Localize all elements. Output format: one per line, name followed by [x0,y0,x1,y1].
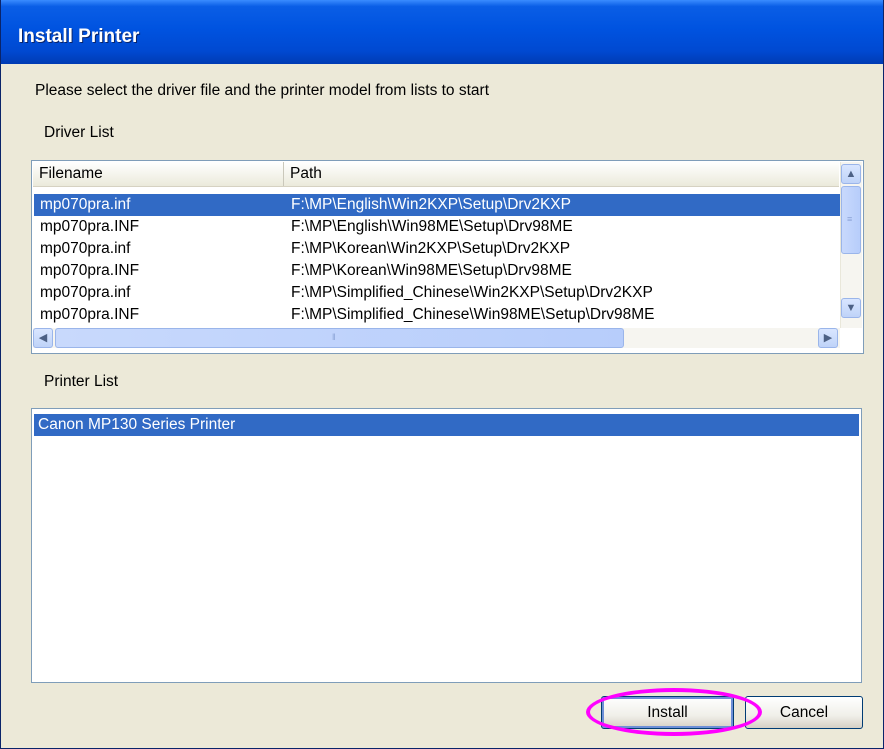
table-row[interactable]: mp070pra.inf F:\MP\Simplified_Chinese\Win… [34,282,840,304]
scroll-left-button[interactable]: ◀ [33,328,53,348]
path-cell: F:\MP\Korean\Win98ME\Setup\Drv98ME [291,262,572,279]
grip-icon: ≡ [847,214,853,224]
driver-list-horizontal-scrollbar[interactable]: ◀ ‖ ▶ [33,328,840,348]
printer-list[interactable]: Canon MP130 Series Printer [31,408,862,683]
driver-list-header: Filename Path [33,162,839,187]
scroll-down-button[interactable]: ▼ [841,298,861,318]
path-cell: F:\MP\Simplified_Chinese\Win2KXP\Setup\D… [291,284,653,301]
scroll-up-button[interactable]: ▲ [841,164,861,184]
path-cell: F:\MP\Simplified_Chinese\Win98ME\Setup\D… [291,306,655,323]
driver-list-vertical-scrollbar[interactable]: ▲ ≡ ▼ [840,162,862,328]
driver-list[interactable]: Filename Path mp070pra.inf F:\MP\English\… [31,160,864,354]
filename-cell: mp070pra.INF [40,262,140,279]
filename-cell: mp070pra.inf [40,196,131,213]
instruction-text: Please select the driver file and the pr… [35,82,490,99]
list-item-printer[interactable]: Canon MP130 Series Printer [34,414,859,436]
window-title: Install Printer [18,26,140,47]
path-cell: F:\MP\English\Win98ME\Setup\Drv98ME [291,218,573,235]
install-button[interactable]: Install [601,696,734,729]
table-row[interactable]: mp070pra.inf F:\MP\English\Win2KXP\Setup\… [34,194,840,216]
driver-list-label: Driver List [44,124,114,141]
title-bar[interactable]: Install Printer [1,0,883,64]
table-row[interactable]: mp070pra.INF F:\MP\Simplified_Chinese\Win… [34,304,840,326]
table-row[interactable]: mp070pra.INF F:\MP\Korean\Win98ME\Setup\D… [34,260,840,282]
cancel-button[interactable]: Cancel [745,696,863,729]
filename-cell: mp070pra.INF [40,306,140,323]
grip-icon: ‖ [332,332,336,342]
path-cell: F:\MP\Korean\Win2KXP\Setup\Drv2KXP [291,240,571,257]
table-row[interactable]: mp070pra.inf F:\MP\Korean\Win2KXP\Setup\D… [34,238,840,260]
filename-cell: mp070pra.inf [40,240,131,257]
horizontal-scroll-thumb[interactable]: ‖ [55,328,624,348]
filename-cell: mp070pra.INF [40,218,140,235]
filename-cell: mp070pra.inf [40,284,131,301]
table-row[interactable]: mp070pra.INF F:\MP\English\Win98ME\Setup\… [34,216,840,238]
column-header-filename[interactable]: Filename [33,162,284,186]
printer-list-label: Printer List [44,373,119,390]
install-printer-dialog: Install Printer Please select the driver… [0,0,884,749]
vertical-scroll-thumb[interactable]: ≡ [841,186,861,254]
column-header-path[interactable]: Path [284,162,841,186]
path-cell: F:\MP\English\Win2KXP\Setup\Drv2KXP [291,196,571,213]
scroll-right-button[interactable]: ▶ [818,328,838,348]
